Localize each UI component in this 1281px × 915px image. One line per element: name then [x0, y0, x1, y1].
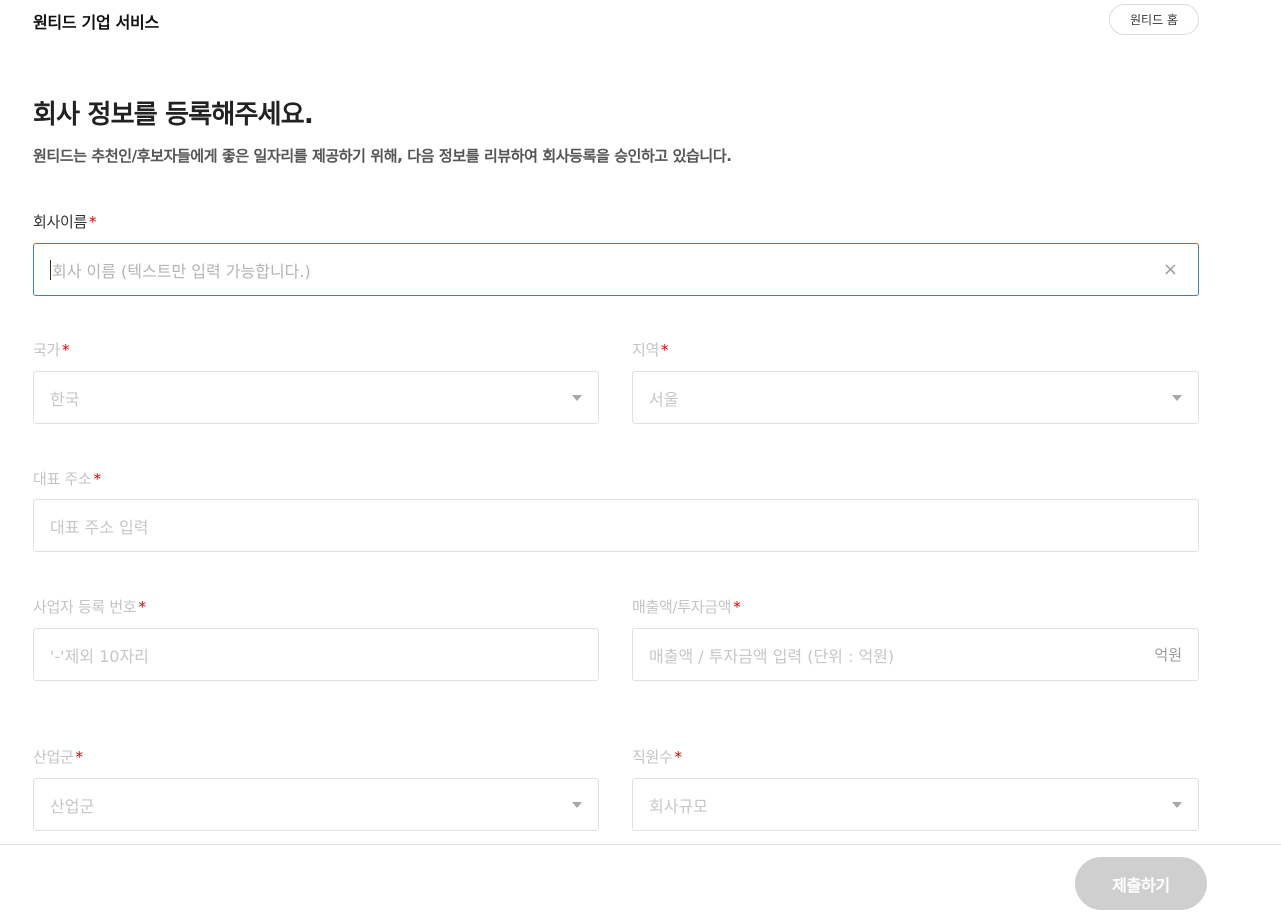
- required-mark: *: [733, 598, 741, 616]
- business-number-placeholder: '-'제외 10자리: [50, 646, 149, 666]
- chevron-down-icon: [572, 801, 582, 808]
- text-cursor: [50, 259, 51, 280]
- required-mark: *: [89, 213, 97, 231]
- required-mark: *: [75, 748, 84, 766]
- page-subtitle: 원티드는 추천인/후보자들에게 좋은 일자리를 제공하기 위해, 다음 정보를 …: [33, 147, 732, 165]
- brand-title[interactable]: 원티드 기업 서비스: [33, 9, 159, 33]
- address-placeholder: 대표 주소 입력: [50, 517, 149, 537]
- wanted-home-button[interactable]: 원티드 홈: [1109, 4, 1199, 35]
- industry-label: 산업군 *: [33, 748, 84, 766]
- top-header: 원티드 기업 서비스 원티드 홈: [0, 0, 1281, 40]
- revenue-placeholder: 매출액 / 투자금액 입력 (단위 : 억원): [649, 646, 895, 666]
- employees-select[interactable]: 회사규모: [632, 778, 1199, 831]
- employees-value: 회사규모: [649, 796, 708, 816]
- business-number-input[interactable]: '-'제외 10자리: [33, 628, 599, 681]
- submit-button[interactable]: 제출하기: [1075, 857, 1207, 910]
- employees-label: 직원수 *: [632, 748, 683, 766]
- page-title: 회사 정보를 등록해주세요.: [33, 100, 314, 130]
- revenue-label: 매출액/투자금액 *: [632, 598, 741, 616]
- chevron-down-icon: [1172, 394, 1182, 401]
- chevron-down-icon: [1172, 801, 1182, 808]
- revenue-unit: 억원: [1154, 646, 1182, 664]
- company-name-input[interactable]: 회사 이름 (텍스트만 입력 가능합니다.) ×: [33, 243, 1199, 296]
- required-mark: *: [62, 341, 70, 359]
- company-name-label: 회사이름 *: [33, 213, 97, 231]
- industry-select[interactable]: 산업군: [33, 778, 599, 831]
- required-mark: *: [93, 470, 101, 488]
- country-value: 한국: [50, 389, 80, 409]
- chevron-down-icon: [572, 394, 582, 401]
- revenue-input[interactable]: 매출액 / 투자금액 입력 (단위 : 억원) 억원: [632, 628, 1199, 681]
- industry-value: 산업군: [50, 796, 95, 816]
- required-mark: *: [661, 341, 669, 359]
- country-label: 국가 *: [33, 341, 70, 359]
- country-select[interactable]: 한국: [33, 371, 599, 424]
- footer-divider: [0, 844, 1281, 845]
- company-name-placeholder: 회사 이름 (텍스트만 입력 가능합니다.): [52, 261, 311, 281]
- address-label: 대표 주소 *: [33, 470, 101, 488]
- required-mark: *: [138, 598, 146, 616]
- region-select[interactable]: 서울: [632, 371, 1199, 424]
- business-number-label: 사업자 등록 번호 *: [33, 598, 146, 616]
- close-icon[interactable]: ×: [1163, 259, 1178, 280]
- region-label: 지역 *: [632, 341, 669, 359]
- required-mark: *: [674, 748, 683, 766]
- address-input[interactable]: 대표 주소 입력: [33, 499, 1199, 552]
- region-value: 서울: [649, 389, 679, 409]
